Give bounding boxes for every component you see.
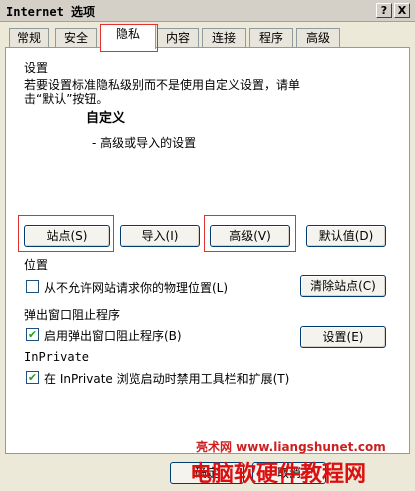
settings-group-label: 设置 xyxy=(24,59,53,76)
location-divider xyxy=(42,263,386,264)
privacy-panel: 设置 若要设置标准隐私级别而不是使用自定义设置，请单击“默认”按钮。 自定义 -… xyxy=(5,47,410,454)
watermark-site-name: 电脑软硬件教程网 xyxy=(190,462,367,487)
location-checkbox-label: 从不允许网站请求你的物理位置(L) xyxy=(44,281,229,295)
tab-connections[interactable]: 连接 xyxy=(202,28,246,48)
tab-programs[interactable]: 程序 xyxy=(249,28,293,48)
inprivate-divider xyxy=(88,357,386,358)
inprivate-checkbox-label: 在 InPrivate 浏览启动时禁用工具栏和扩展(T) xyxy=(44,372,290,386)
privacy-level: 自定义 xyxy=(86,111,126,126)
settings-description: 若要设置标准隐私级别而不是使用自定义设置，请单击“默认”按钮。 xyxy=(24,78,301,106)
tab-advanced[interactable]: 高级 xyxy=(296,28,340,48)
help-button[interactable]: ? xyxy=(376,3,392,18)
privacy-level-detail: - 高级或导入的设置 xyxy=(92,136,197,150)
popup-group-label: 弹出窗口阻止程序 xyxy=(24,306,125,323)
popup-settings-button[interactable]: 设置(E) xyxy=(300,326,386,348)
tab-security[interactable]: 安全 xyxy=(55,28,97,48)
close-button[interactable]: X xyxy=(394,3,410,18)
tab-general[interactable]: 常规 xyxy=(9,28,49,48)
inprivate-checkbox[interactable]: ✔ xyxy=(26,371,39,384)
tab-privacy[interactable]: 隐私 xyxy=(100,24,156,49)
settings-divider xyxy=(42,66,386,67)
clear-sites-button[interactable]: 清除站点(C) xyxy=(300,275,386,297)
location-group-label: 位置 xyxy=(24,256,53,273)
tab-strip: 常规 安全 隐私 内容 连接 程序 高级 xyxy=(0,22,415,52)
window-title: Internet 选项 xyxy=(6,5,96,19)
popup-divider xyxy=(136,313,386,314)
watermark-url: 亮术网 www.liangshunet.com xyxy=(196,440,386,454)
popup-checkbox-label: 启用弹出窗口阻止程序(B) xyxy=(44,329,182,343)
default-button[interactable]: 默认值(D) xyxy=(306,225,386,247)
sites-button[interactable]: 站点(S) xyxy=(24,225,110,247)
title-bar: Internet 选项 ? X xyxy=(0,0,415,22)
inprivate-group-label: InPrivate xyxy=(24,350,94,364)
import-button[interactable]: 导入(I) xyxy=(120,225,200,247)
advanced-button[interactable]: 高级(V) xyxy=(210,225,290,247)
location-checkbox[interactable] xyxy=(26,280,39,293)
popup-checkbox[interactable]: ✔ xyxy=(26,328,39,341)
tab-content[interactable]: 内容 xyxy=(157,28,199,48)
